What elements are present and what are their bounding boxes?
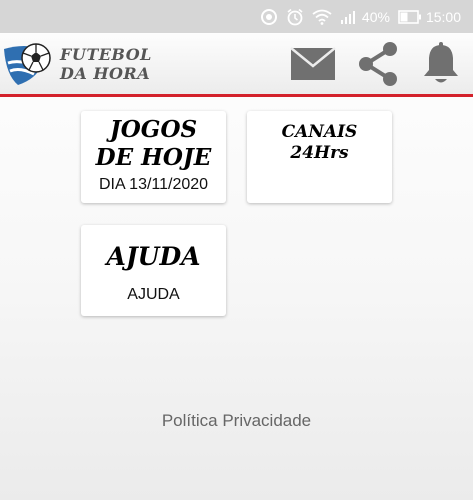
channels-title-line1: CANAIS [281,122,358,142]
battery-percent: 40% [361,8,390,25]
app-logo [2,41,54,87]
todays-games-title-line1: JOGOS [109,116,198,143]
app-title-line2: DA HORA [60,64,151,83]
mail-icon [290,47,336,80]
app-title: FUTEBOL DA HORA [60,45,152,83]
alarm-icon [286,8,304,26]
app-bar: FUTEBOL DA HORA [0,33,473,97]
status-bar: 40% 15:00 [0,0,473,33]
share-icon [359,42,397,86]
todays-games-title-line2: DE HOJE [95,144,212,171]
bell-icon [424,42,458,83]
app-title-line1: FUTEBOL [60,45,152,64]
todays-games-card[interactable]: JOGOS DE HOJE DIA 13/11/2020 [81,111,226,203]
help-subtitle: AJUDA [127,286,180,303]
sync-icon [260,8,278,26]
share-button[interactable] [355,41,401,87]
channels-title-line2: 24Hrs [290,143,349,163]
todays-games-title: JOGOS DE HOJE [81,116,226,172]
signal-icon [340,10,358,24]
notifications-button[interactable] [418,41,464,87]
channels-card[interactable]: CANAIS 24Hrs [247,111,392,203]
clock: 15:00 [425,8,461,25]
privacy-policy-link[interactable]: Política Privacidade [0,411,473,431]
help-card[interactable]: AJUDA AJUDA [81,225,226,316]
wifi-icon [312,9,332,25]
battery-icon [398,9,422,24]
todays-games-date: DIA 13/11/2020 [98,176,209,193]
mail-button[interactable] [290,41,336,87]
channels-title: CANAIS 24Hrs [247,122,392,164]
help-title: AJUDA [106,242,201,271]
